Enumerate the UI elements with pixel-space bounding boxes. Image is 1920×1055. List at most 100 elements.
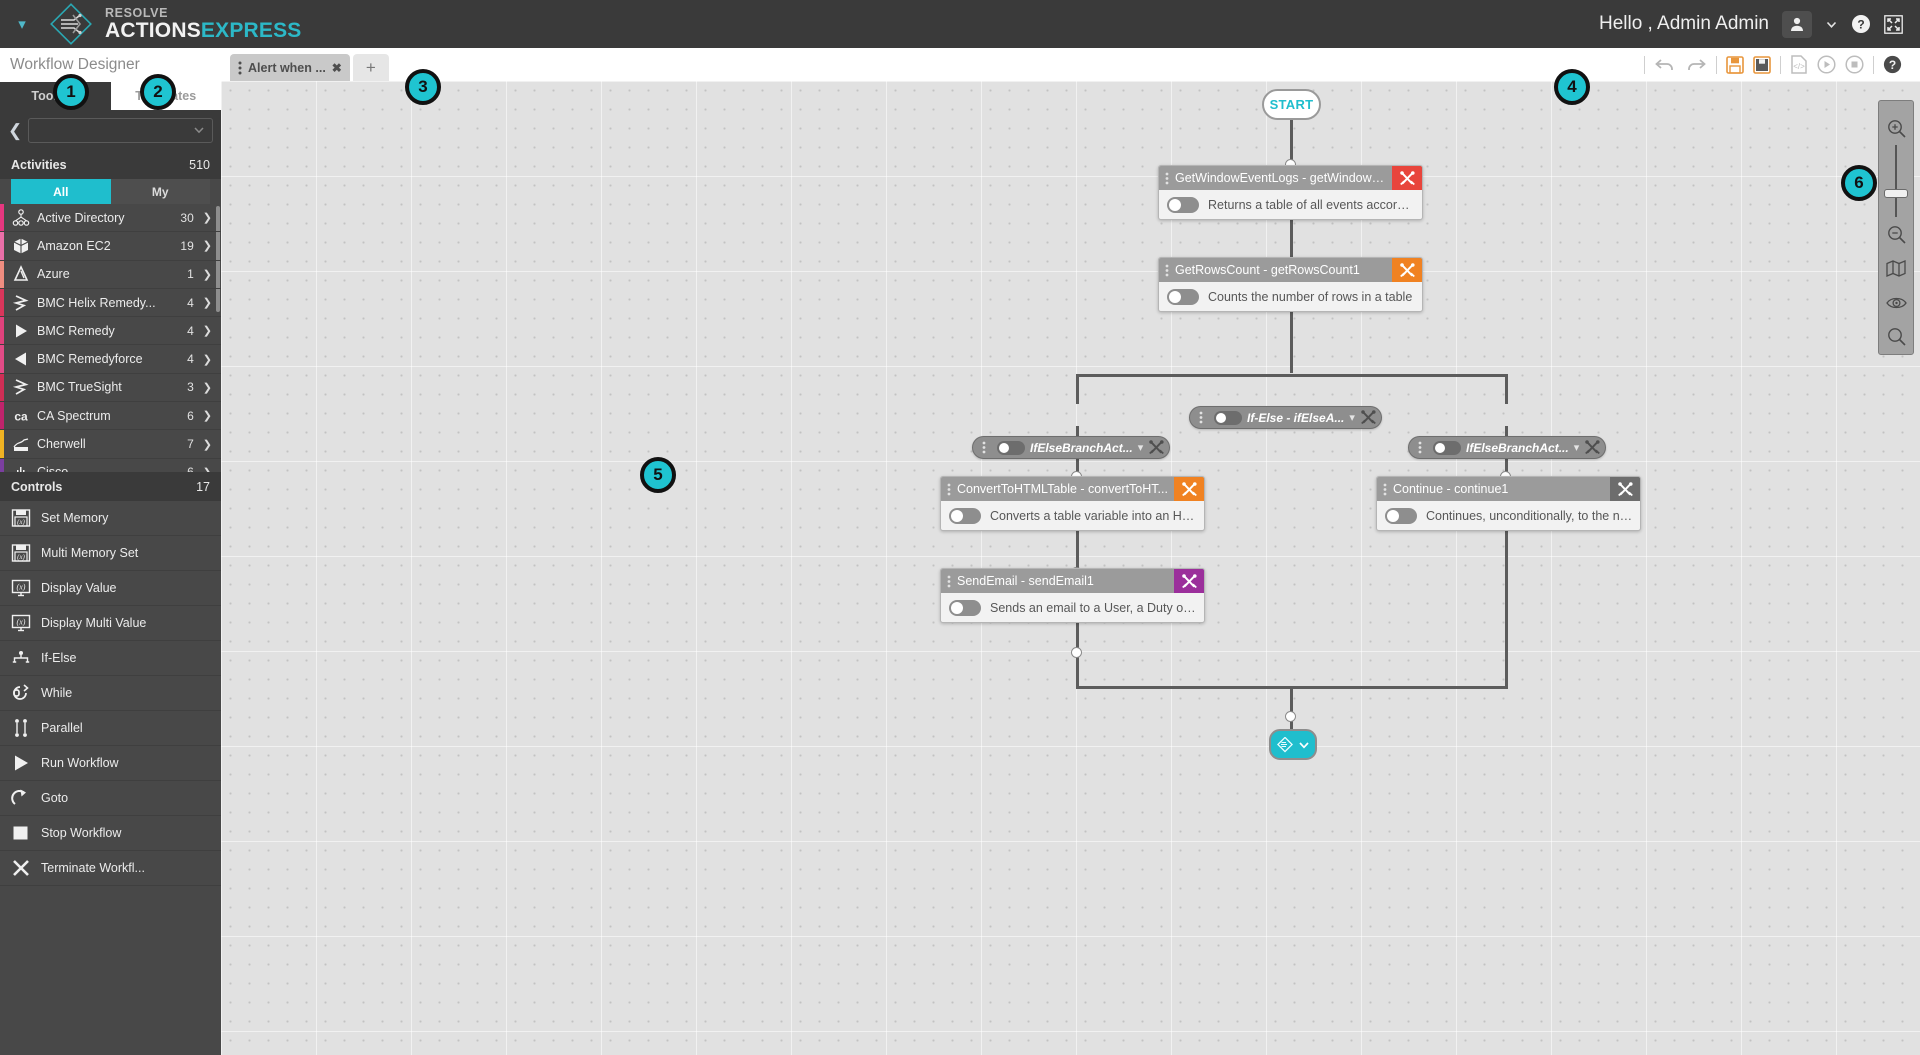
chevron-down-icon[interactable]: ▾	[1574, 441, 1580, 454]
chevron-down-icon[interactable]: ▾	[0, 15, 44, 33]
map-icon[interactable]	[1878, 251, 1914, 285]
node-configure-button[interactable]	[1392, 258, 1422, 282]
activity-list-item[interactable]: Amazon EC2 19 ❯	[0, 232, 221, 261]
start-node[interactable]: START	[1262, 89, 1321, 120]
control-list-item[interactable]: Parallel	[0, 711, 221, 746]
drag-dots-icon[interactable]	[947, 483, 951, 496]
control-list-item[interactable]: Stop Workflow	[0, 816, 221, 851]
close-icon[interactable]: ✖	[332, 61, 342, 75]
node-header[interactable]: ConvertToHTMLTable - convertToHT...	[941, 477, 1204, 501]
filter-all-button[interactable]: All	[11, 179, 111, 204]
chevron-right-icon[interactable]: ❯	[203, 409, 221, 422]
node-header[interactable]: SendEmail - sendEmail1	[941, 569, 1204, 593]
node-configure-button[interactable]	[1174, 569, 1204, 593]
activity-list-item[interactable]: ca CA Spectrum 6 ❯	[0, 402, 221, 431]
node-drag-handle[interactable]	[1193, 411, 1209, 424]
node-drag-handle[interactable]	[941, 483, 957, 496]
activity-list-item[interactable]: Active Directory 30 ❯	[0, 204, 221, 233]
eye-icon[interactable]	[1878, 286, 1914, 320]
zoom-in-icon[interactable]	[1878, 111, 1914, 145]
node-configure-button[interactable]	[1584, 439, 1601, 456]
control-list-item[interactable]: (x) Set Memory	[0, 501, 221, 536]
control-list-item[interactable]: (x) Display Multi Value	[0, 606, 221, 641]
node-drag-handle[interactable]	[976, 441, 992, 454]
chevron-right-icon[interactable]: ❯	[203, 353, 221, 366]
drag-dots-icon[interactable]	[1418, 441, 1422, 454]
save-button[interactable]	[1726, 55, 1744, 74]
zoom-slider[interactable]	[1884, 145, 1908, 218]
control-list-item[interactable]: (x) Display Value	[0, 571, 221, 606]
ifelse-branch-left-node[interactable]: IfElseBranchAct... ▾	[972, 436, 1171, 459]
search-chevron-down-icon[interactable]	[193, 124, 205, 136]
chevron-right-icon[interactable]: ❯	[203, 268, 221, 281]
node-drag-handle[interactable]	[1159, 264, 1175, 277]
activity-list-item[interactable]: Cisco6❯	[0, 458, 221, 472]
drag-dots-icon[interactable]	[947, 575, 951, 588]
chevron-right-icon[interactable]: ❯	[203, 296, 221, 309]
chevron-right-icon[interactable]: ❯	[203, 211, 221, 224]
view-code-button[interactable]: </>	[1790, 55, 1808, 74]
node-configure-button[interactable]	[1360, 409, 1377, 426]
activity-node-getwindoweventlogs[interactable]: GetWindowEventLogs - getWindowE... Return…	[1158, 165, 1423, 220]
node-configure-button[interactable]	[1392, 166, 1422, 190]
ifelse-node[interactable]: If-Else - ifElseA... ▾	[1189, 406, 1382, 429]
control-list-item[interactable]: Run Workflow	[0, 746, 221, 781]
activity-list-item[interactable]: BMC TrueSight 3 ❯	[0, 373, 221, 403]
chevron-right-icon[interactable]: ❯	[203, 381, 221, 394]
activities-list[interactable]: Active Directory 30 ❯ Amazon EC2 19 ❯ Azure 1 ❯ B…	[0, 204, 221, 472]
activity-list-item[interactable]: Azure 1 ❯	[0, 260, 221, 289]
node-enable-toggle[interactable]	[949, 507, 981, 524]
activity-list-item[interactable]: BMC Remedyforce 4 ❯	[0, 345, 221, 374]
search-input[interactable]	[36, 123, 193, 137]
help-button[interactable]: ?	[1883, 55, 1902, 74]
workflow-tab[interactable]: Alert when ... ✖	[230, 54, 350, 81]
node-enable-toggle[interactable]	[1433, 440, 1461, 455]
control-list-item[interactable]: Terminate Workfl...	[0, 851, 221, 886]
end-chevron-down-icon[interactable]	[1298, 739, 1310, 751]
drag-dots-icon[interactable]	[1199, 411, 1203, 424]
search-box[interactable]	[28, 117, 213, 143]
app-logo[interactable]: RESOLVE ACTIONSEXPRESS	[48, 1, 302, 47]
run-button[interactable]	[1817, 55, 1836, 74]
control-list-item[interactable]: While	[0, 676, 221, 711]
activity-list-item[interactable]: BMC Helix Remedy... 4 ❯	[0, 288, 221, 318]
node-configure-button[interactable]	[1174, 477, 1204, 501]
node-enable-toggle[interactable]	[1167, 196, 1199, 213]
connector-joint[interactable]	[1071, 647, 1082, 658]
activity-list-item[interactable]: Cherwell 7 ❯	[0, 430, 221, 459]
chevron-right-icon[interactable]: ❯	[203, 239, 221, 252]
search-icon[interactable]	[1878, 320, 1914, 354]
filter-my-button[interactable]: My	[110, 179, 210, 204]
activity-node-getrowscount[interactable]: GetRowsCount - getRowsCount1 Counts the n…	[1158, 257, 1423, 312]
connector-joint[interactable]	[1285, 711, 1296, 722]
workflow-canvas[interactable]: START GetWindowEventLogs - getWindowE...…	[221, 81, 1920, 1055]
chevron-left-icon[interactable]: ❮	[8, 122, 22, 139]
drag-dots-icon[interactable]	[1383, 483, 1387, 496]
drag-dots-icon[interactable]	[1165, 264, 1169, 277]
node-configure-button[interactable]	[1610, 477, 1640, 501]
ifelse-branch-right-node[interactable]: IfElseBranchAct... ▾	[1408, 436, 1607, 459]
plus-icon[interactable]: +	[352, 54, 389, 81]
node-header[interactable]: Continue - continue1	[1377, 477, 1640, 501]
chevron-right-icon[interactable]: ❯	[203, 466, 221, 472]
chevron-right-icon[interactable]: ❯	[203, 438, 221, 451]
chevron-down-icon[interactable]: ▾	[1138, 441, 1144, 454]
activity-node-continue[interactable]: Continue - continue1 Continues, unconditi…	[1376, 476, 1641, 531]
node-enable-toggle[interactable]	[997, 440, 1025, 455]
control-list-item[interactable]: If-Else	[0, 641, 221, 676]
node-drag-handle[interactable]	[1377, 483, 1393, 496]
controls-list[interactable]: (x) Set Memory (x) Multi Memory Set (x) Displ…	[0, 501, 221, 1055]
node-drag-handle[interactable]	[1412, 441, 1428, 454]
activity-list-item[interactable]: BMC Remedy 4 ❯	[0, 317, 221, 346]
node-configure-button[interactable]	[1148, 439, 1165, 456]
node-enable-toggle[interactable]	[1167, 288, 1199, 305]
drag-dots-icon[interactable]	[982, 441, 986, 454]
node-enable-toggle[interactable]	[949, 599, 981, 616]
save-as-button[interactable]	[1753, 55, 1771, 74]
control-list-item[interactable]: (x) Multi Memory Set	[0, 536, 221, 571]
control-list-item[interactable]: Goto	[0, 781, 221, 816]
end-node[interactable]	[1269, 729, 1317, 760]
activity-node-sendemail[interactable]: SendEmail - sendEmail1 Sends an email to …	[940, 568, 1205, 623]
node-header[interactable]: GetRowsCount - getRowsCount1	[1159, 258, 1422, 282]
user-avatar-icon[interactable]	[1782, 10, 1812, 38]
